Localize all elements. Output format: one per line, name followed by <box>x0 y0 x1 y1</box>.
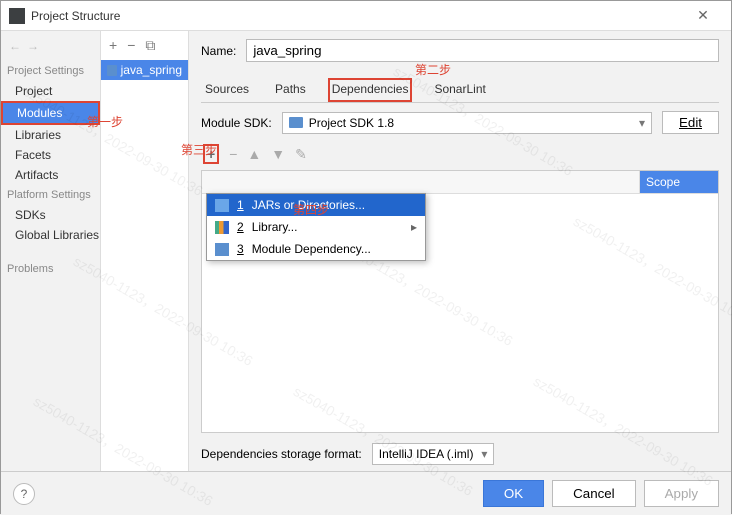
annotation-step2: 第二步 <box>415 61 451 78</box>
annotation-step1: 第一步 <box>87 113 123 130</box>
section-project-settings: Project Settings <box>1 61 100 81</box>
nav-history: ← → <box>1 35 100 61</box>
module-toolbar: + − ⧉ <box>101 31 188 60</box>
back-icon[interactable]: ← <box>9 39 21 53</box>
copy-module-icon[interactable]: ⧉ <box>145 37 155 54</box>
help-icon[interactable]: ? <box>13 483 35 505</box>
tabs: Sources Paths Dependencies SonarLint <box>201 78 719 103</box>
storage-value: IntelliJ IDEA (.iml) <box>379 447 474 461</box>
name-label: Name: <box>201 44 236 58</box>
popup-library[interactable]: 2 Library... ▸ <box>207 216 425 238</box>
left-nav: ← → Project Settings Project Modules Lib… <box>1 31 101 471</box>
sdk-select[interactable]: Project SDK 1.8 <box>282 112 652 134</box>
sdk-value: Project SDK 1.8 <box>309 116 394 130</box>
module-item-label: java_spring <box>121 63 182 77</box>
storage-select[interactable]: IntelliJ IDEA (.iml) <box>372 443 495 465</box>
apply-button[interactable]: Apply <box>644 480 719 507</box>
submenu-arrow-icon: ▸ <box>411 220 417 234</box>
module-list-panel: + − ⧉ java_spring <box>101 31 189 471</box>
nav-project[interactable]: Project <box>1 81 100 101</box>
nav-modules[interactable]: Modules <box>1 101 100 125</box>
module-editor: Name: Sources Paths Dependencies SonarLi… <box>189 31 731 471</box>
library-icon <box>215 221 229 234</box>
tab-dependencies[interactable]: Dependencies <box>328 78 413 102</box>
annotation-step3: 第三步 <box>181 141 217 158</box>
tab-sonarlint[interactable]: SonarLint <box>430 78 489 102</box>
popup-module-dep[interactable]: 3 Module Dependency... <box>207 238 425 260</box>
dialog-body: ← → Project Settings Project Modules Lib… <box>1 31 731 471</box>
module-folder-icon <box>107 65 117 76</box>
jars-icon <box>215 199 229 212</box>
app-icon <box>9 8 25 24</box>
window-title: Project Structure <box>31 9 683 23</box>
remove-module-icon[interactable]: − <box>127 37 135 54</box>
move-up-icon[interactable]: ▲ <box>247 146 261 162</box>
edit-dependency-icon[interactable]: ✎ <box>295 146 307 163</box>
tab-paths[interactable]: Paths <box>271 78 310 102</box>
module-name-input[interactable] <box>246 39 719 62</box>
dependency-table: Scope 1 JARs or Directories... 2 Library… <box>201 170 719 433</box>
ok-button[interactable]: OK <box>483 480 544 507</box>
nav-sdks[interactable]: SDKs <box>1 205 100 225</box>
annotation-step4: 第四步 <box>293 201 329 218</box>
dependency-toolbar: + − ▲ ▼ ✎ <box>201 140 719 170</box>
tab-sources[interactable]: Sources <box>201 78 253 102</box>
dep-col-scope: Scope <box>640 171 718 193</box>
nav-libraries[interactable]: Libraries <box>1 125 100 145</box>
popup-library-label: Library... <box>252 220 298 234</box>
nav-problems[interactable]: Problems <box>1 259 100 279</box>
nav-global-libraries[interactable]: Global Libraries <box>1 225 100 245</box>
move-down-icon[interactable]: ▼ <box>271 146 285 162</box>
sdk-label: Module SDK: <box>201 116 272 130</box>
forward-icon[interactable]: → <box>27 39 39 53</box>
close-icon[interactable]: ✕ <box>683 7 723 24</box>
dep-col-name <box>202 171 640 193</box>
cancel-button[interactable]: Cancel <box>552 480 636 507</box>
popup-module-dep-label: Module Dependency... <box>252 242 371 256</box>
section-platform-settings: Platform Settings <box>1 185 100 205</box>
nav-facets[interactable]: Facets <box>1 145 100 165</box>
sdk-folder-icon <box>289 117 303 128</box>
nav-artifacts[interactable]: Artifacts <box>1 165 100 185</box>
remove-dependency-icon[interactable]: − <box>229 146 237 162</box>
module-dep-icon <box>215 243 229 256</box>
module-item[interactable]: java_spring <box>101 60 188 80</box>
dialog-footer: ? OK Cancel Apply <box>1 471 731 515</box>
storage-label: Dependencies storage format: <box>201 447 362 461</box>
add-module-icon[interactable]: + <box>109 37 117 54</box>
edit-sdk-button[interactable]: Edit <box>662 111 719 134</box>
titlebar: Project Structure ✕ <box>1 1 731 31</box>
